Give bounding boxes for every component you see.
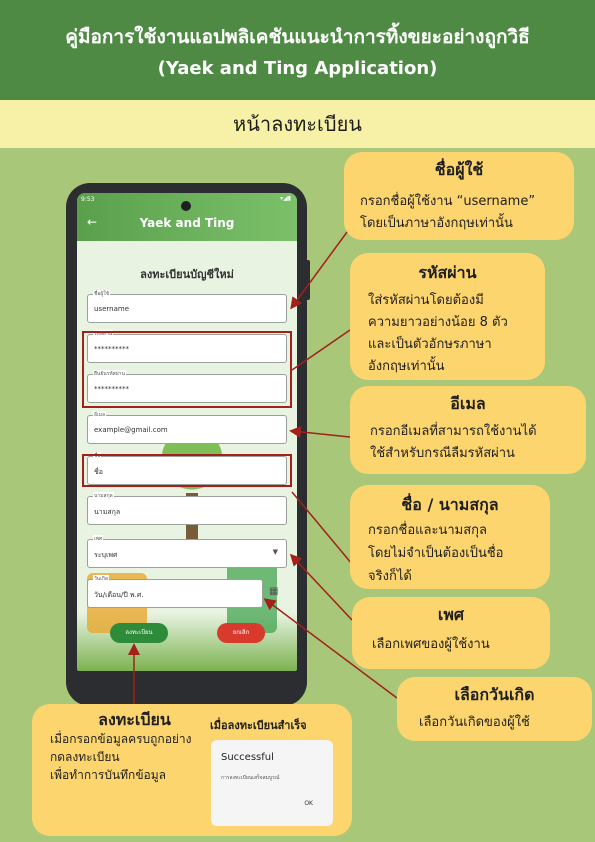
app-bar: 9:53 ▾◢▮ ← Yaek and Ting xyxy=(77,193,297,241)
birthdate-label: วันเกิด xyxy=(93,575,110,583)
username-label: ชื่อผู้ใช้ xyxy=(93,290,111,298)
email-callout-title: อีเมล xyxy=(450,394,486,413)
name-callout-line: จริงก็ได้ xyxy=(368,569,412,584)
phone-screen: 9:53 ▾◢▮ ← Yaek and Ting ลงทะเบียนบัญชีใ… xyxy=(77,193,297,671)
dialog-ok-button[interactable]: OK xyxy=(304,800,313,807)
calendar-icon[interactable]: ▦ xyxy=(269,586,278,597)
last-name-field[interactable]: นามสกุล นามสกุล xyxy=(87,492,287,525)
username-callout: ชื่อผู้ใช้ กรอกชื่อผู้ใช้งาน “username” … xyxy=(344,152,574,240)
birthdate-callout: เลือกวันเกิด เลือกวันเกิดของผู้ใช้ xyxy=(397,677,592,741)
success-heading: เมื่อลงทะเบียนสำเร็จ xyxy=(210,719,307,732)
email-callout-line: ใช้สำหรับกรณีลืมรหัสผ่าน xyxy=(370,446,515,461)
gender-callout-line: เลือกเพศของผู้ใช้งาน xyxy=(372,637,490,652)
register-callout-line: กดลงทะเบียน xyxy=(50,750,120,764)
password-callout-line: ใส่รหัสผ่านโดยต้องมี xyxy=(368,293,484,308)
email-label: อีเมล xyxy=(93,411,107,419)
email-callout-line: กรอกอีเมลที่สามารถใช้งานได้ xyxy=(370,424,537,439)
gender-callout: เพศ เลือกเพศของผู้ใช้งาน xyxy=(352,597,550,669)
phone-side-button xyxy=(306,260,310,300)
username-value: username xyxy=(94,305,129,313)
email-callout: อีเมล กรอกอีเมลที่สามารถใช้งานได้ ใช้สำห… xyxy=(350,386,586,474)
username-callout-line: โดยเป็นภาษาอังกฤษเท่านั้น xyxy=(360,216,513,231)
gender-select[interactable]: เพศ ระบุเพศ ▼ xyxy=(87,535,287,568)
birthdate-callout-line: เลือกวันเกิดของผู้ใช้ xyxy=(419,715,530,730)
register-button[interactable]: ลงทะเบียน xyxy=(110,623,168,643)
guide-title: คู่มือการใช้งานแอปพลิเคชันแนะนำการทิ้งขย… xyxy=(65,26,530,48)
password-highlight-box xyxy=(82,331,292,408)
dialog-title: Successful xyxy=(221,752,274,763)
password-callout-line: อังกฤษเท่านั้น xyxy=(368,359,445,374)
username-callout-line: กรอกชื่อผู้ใช้งาน “username” xyxy=(360,194,536,209)
email-field[interactable]: อีเมล example@gmail.com xyxy=(87,411,287,444)
username-callout-title: ชื่อผู้ใช้ xyxy=(434,160,484,179)
success-dialog: Successful การลงทะเบียนเสร็จสมบูรณ์ OK xyxy=(211,740,333,826)
gender-label: เพศ xyxy=(93,535,104,543)
page-header: คู่มือการใช้งานแอปพลิเคชันแนะนำการทิ้งขย… xyxy=(0,0,595,100)
form-title: ลงทะเบียนบัญชีใหม่ xyxy=(140,268,234,281)
dropdown-arrow-icon: ▼ xyxy=(272,548,278,556)
password-callout: รหัสผ่าน ใส่รหัสผ่านโดยต้องมี ความยาวอย่… xyxy=(350,253,545,380)
last-name-value: นามสกุล xyxy=(94,508,121,516)
password-callout-line: ความยาวอย่างน้อย 8 ตัว xyxy=(368,315,508,330)
section-title: หน้าลงทะเบียน xyxy=(0,100,595,148)
birthdate-callout-title: เลือกวันเกิด xyxy=(454,685,535,704)
username-field[interactable]: ชื่อผู้ใช้ username xyxy=(87,290,287,323)
email-value: example@gmail.com xyxy=(94,426,168,434)
app-title: Yaek and Ting xyxy=(139,216,235,230)
register-callout-line: เมื่อกรอกข้อมูลครบถูกอย่าง xyxy=(50,732,192,746)
gender-value: ระบุเพศ xyxy=(94,551,118,559)
name-callout: ชื่อ / นามสกุล กรอกชื่อและนามสกุล โดยไม่… xyxy=(350,485,550,589)
camera-icon xyxy=(181,201,191,211)
name-callout-line: กรอกชื่อและนามสกุล xyxy=(368,523,488,538)
name-highlight-box xyxy=(82,454,292,487)
guide-subtitle: (Yaek and Ting Application) xyxy=(157,58,438,79)
status-icons: ▾◢▮ xyxy=(280,195,291,202)
name-callout-title: ชื่อ / นามสกุล xyxy=(401,495,499,514)
cancel-button[interactable]: ยกเลิก xyxy=(217,623,265,643)
birthdate-value: วัน/เดือน/ปี พ.ศ. xyxy=(94,591,144,599)
gender-callout-title: เพศ xyxy=(437,605,465,624)
name-callout-line: โดยไม่จำเป็นต้องเป็นชื่อ xyxy=(368,546,504,561)
status-time: 9:53 xyxy=(81,196,95,203)
register-callout-line: เพื่อทำการบันทึกข้อมูล xyxy=(50,768,166,782)
birthdate-field[interactable]: วันเกิด วัน/เดือน/ปี พ.ศ. xyxy=(87,575,263,608)
dialog-message: การลงทะเบียนเสร็จสมบูรณ์ xyxy=(221,775,280,781)
password-callout-line: และเป็นตัวอักษรภาษา xyxy=(368,337,492,352)
last-name-label: นามสกุล xyxy=(93,492,114,500)
password-callout-title: รหัสผ่าน xyxy=(418,263,477,282)
